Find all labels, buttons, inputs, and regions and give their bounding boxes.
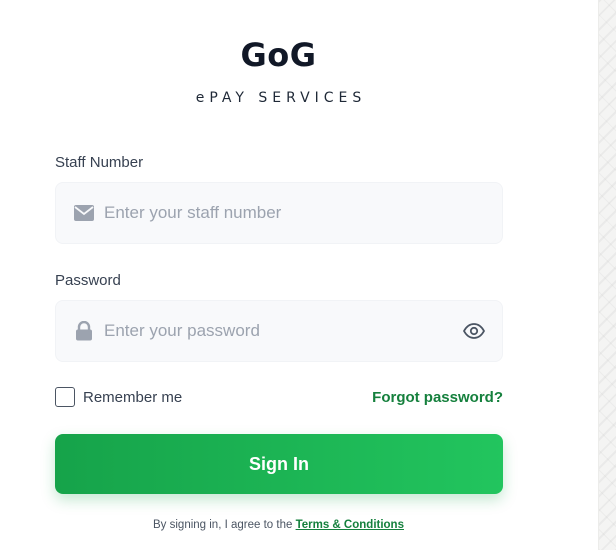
password-label: Password: [55, 272, 121, 289]
brand-logo-text: GoG: [240, 36, 317, 74]
brand-subtitle: ePAY SERVICES: [195, 90, 367, 106]
password-input[interactable]: [104, 301, 444, 361]
password-field[interactable]: [55, 300, 503, 362]
terms-conditions-link[interactable]: Terms & Conditions: [296, 519, 404, 531]
staff-number-input[interactable]: [104, 183, 444, 243]
lock-icon: [73, 320, 95, 342]
background-pattern-panel: [598, 0, 616, 550]
forgot-password-link[interactable]: Forgot password?: [372, 389, 503, 406]
staff-number-label: Staff Number: [55, 154, 144, 171]
staff-number-field[interactable]: [55, 182, 503, 244]
terms-agreement: By signing in, I agree to the Terms & Co…: [0, 519, 557, 531]
remember-me-option[interactable]: Remember me: [55, 387, 182, 407]
remember-me-checkbox[interactable]: [55, 387, 75, 407]
envelope-icon: [73, 202, 95, 224]
remember-me-label: Remember me: [83, 388, 183, 406]
sign-in-button[interactable]: Sign In: [55, 434, 503, 494]
eye-icon[interactable]: [462, 319, 486, 343]
terms-agreement-text: By signing in, I agree to the: [153, 519, 293, 531]
login-page: GoG ePAY SERVICES Staff Number Password: [0, 0, 616, 550]
